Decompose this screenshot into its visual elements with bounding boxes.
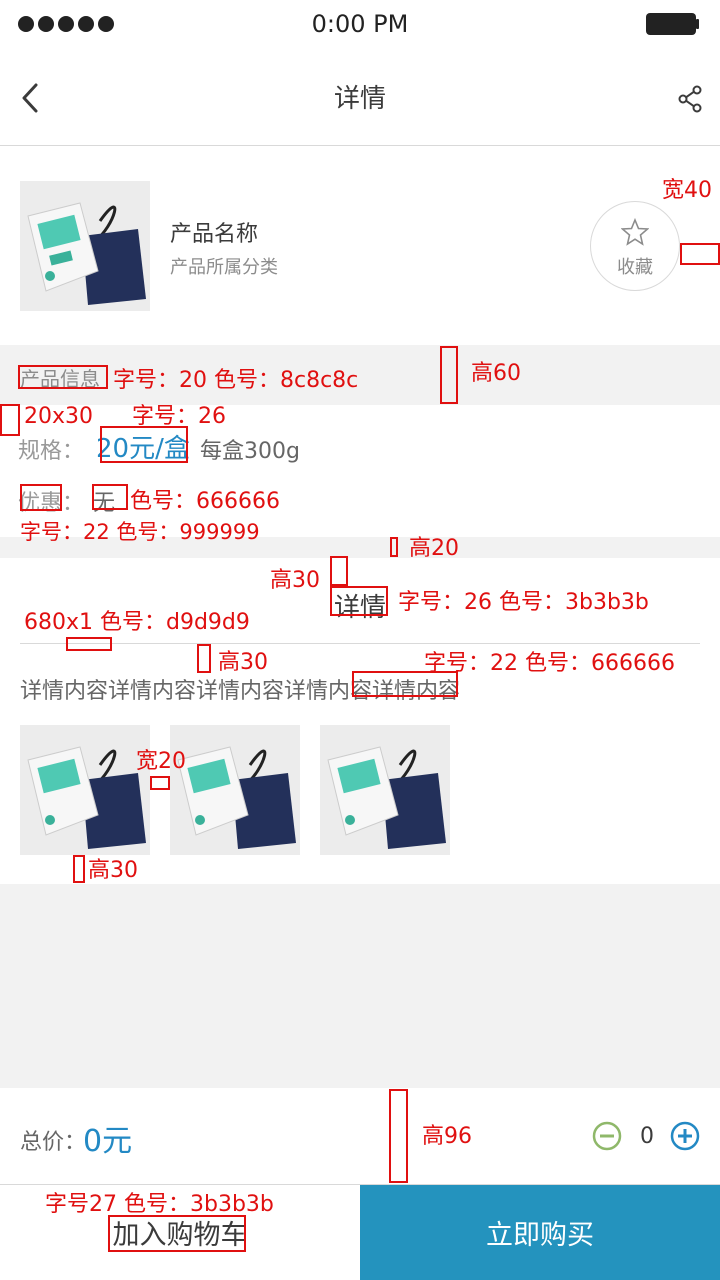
total-label: 总价： [20,1130,87,1155]
battery-icon [646,13,696,35]
annotation-box [20,484,62,511]
annotation-box [100,426,188,463]
detail-divider [20,643,700,644]
annotation-box [92,484,128,510]
annotation-label: 高30 [218,650,268,675]
share-icon[interactable] [677,85,703,113]
annotation-box [66,637,112,651]
total-value: 0元 [83,1124,133,1159]
annotation-box [352,671,458,697]
annotation-box [108,1215,246,1252]
favorite-label: 收藏 [617,257,653,278]
product-image [20,181,150,311]
detail-image [170,725,300,855]
annotation-box [389,1089,408,1183]
annotation-box [390,537,398,557]
plus-icon[interactable] [670,1121,700,1151]
annotation-label: 字号：20 色号：8c8c8c [113,368,359,393]
annotation-label: 字号27 色号：3b3b3b [45,1192,274,1217]
annotation-box [0,404,20,436]
spec-label: 规格： [18,439,85,464]
annotation-box [330,586,388,616]
annotation-label: 20x30 [24,404,94,429]
annotation-box [440,346,458,404]
annotation-label: 色号：666666 [130,489,280,514]
product-category: 产品所属分类 [170,257,278,278]
annotation-label: 字号：22 色号：999999 [20,520,260,544]
annotation-label: 高30 [88,858,138,883]
battery-tip [696,19,699,29]
annotation-box [18,365,108,389]
annotation-label: 高60 [471,361,521,386]
spec-value: 每盒300g [200,439,300,464]
blood-pressure-monitor-image [20,725,150,855]
blood-pressure-monitor-image [170,725,300,855]
annotation-box [330,556,348,586]
blood-pressure-monitor-image [320,725,450,855]
annotation-label: 高30 [270,568,320,593]
annotation-label: 高20 [409,536,459,561]
annotation-label: 字号：22 色号：666666 [424,651,675,676]
annotation-box [680,243,720,265]
annotation-box [197,644,211,673]
annotation-label: 高96 [422,1124,472,1149]
detail-image [320,725,450,855]
info-section-header [0,346,720,405]
annotation-label: 字号：26 色号：3b3b3b [398,590,649,615]
blood-pressure-monitor-image [20,181,150,311]
product-name: 产品名称 [170,222,259,247]
detail-image [20,725,150,855]
annotation-box [73,855,85,883]
quantity-value: 0 [640,1124,654,1149]
buy-now-button[interactable]: 立即购买 [360,1185,720,1280]
annotation-label: 宽20 [136,749,186,774]
annotation-box [150,776,170,790]
annotation-label: 宽40 [662,178,712,203]
minus-icon[interactable] [592,1121,622,1151]
status-time: 0:00 PM [311,10,409,38]
page-title: 详情 [333,84,386,114]
star-icon [621,218,649,246]
annotation-label: 680x1 色号：d9d9d9 [24,610,250,635]
